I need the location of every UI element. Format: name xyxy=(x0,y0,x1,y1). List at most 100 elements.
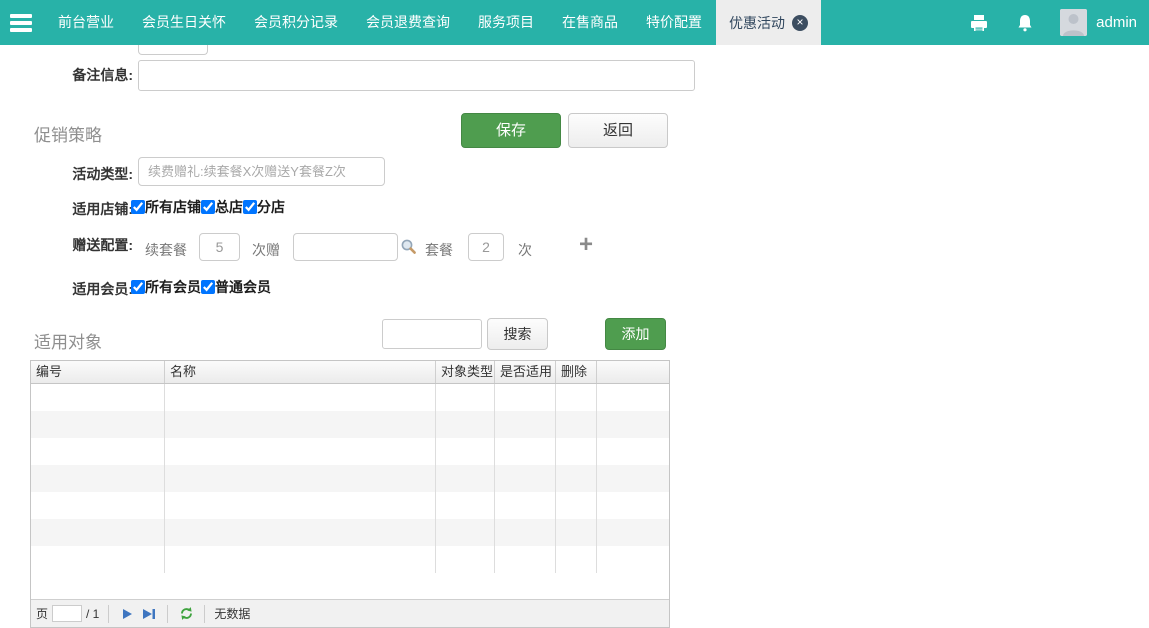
checkbox-all-stores-label: 所有店铺 xyxy=(145,197,201,217)
target-search-input[interactable] xyxy=(382,319,482,349)
checkbox-branch-store[interactable] xyxy=(243,200,257,214)
checkbox-normal-members[interactable] xyxy=(201,280,215,294)
back-button[interactable]: 返回 xyxy=(568,113,668,148)
grid-header-applicable[interactable]: 是否适用 xyxy=(495,361,556,383)
navbar-spacer xyxy=(821,0,956,45)
pager-total-label: / 1 xyxy=(86,607,99,621)
table-cell xyxy=(31,438,165,465)
nav-item-birthday-care[interactable]: 会员生日关怀 xyxy=(128,0,240,45)
table-cell xyxy=(31,492,165,519)
nav-item-front-desk[interactable]: 前台营业 xyxy=(44,0,128,45)
pager-separator xyxy=(204,605,205,623)
gift-package-input[interactable] xyxy=(293,233,398,261)
username-label[interactable]: admin xyxy=(1096,14,1137,31)
table-row[interactable] xyxy=(31,492,669,519)
table-cell xyxy=(31,546,165,573)
stores-checkbox-group: 所有店铺 总店 分店 xyxy=(131,197,285,217)
table-cell xyxy=(597,546,669,573)
gift-config-label: 赠送配置: xyxy=(30,235,133,255)
pager-next-icon[interactable] xyxy=(118,604,136,624)
remark-input[interactable] xyxy=(138,60,695,91)
checkbox-all-stores[interactable] xyxy=(131,200,145,214)
search-magnifier-icon[interactable] xyxy=(400,238,417,255)
table-cell xyxy=(556,546,597,573)
gift-package-times-input[interactable] xyxy=(468,233,504,261)
checkbox-all-members-label: 所有会员 xyxy=(145,277,201,297)
grid-header-delete[interactable]: 删除 xyxy=(556,361,597,383)
table-cell xyxy=(495,519,556,546)
printer-icon[interactable] xyxy=(956,13,1002,33)
grid-header-name[interactable]: 名称 xyxy=(165,361,436,383)
table-cell xyxy=(556,519,597,546)
table-cell xyxy=(165,411,436,438)
checkbox-head-store-label: 总店 xyxy=(215,197,243,217)
pager-last-icon[interactable] xyxy=(140,604,158,624)
table-row[interactable] xyxy=(31,465,669,492)
table-cell xyxy=(495,546,556,573)
activity-type-select[interactable]: 续费赠礼:续套餐X次赠送Y套餐Z次 xyxy=(138,157,385,186)
pager-status-text: 无数据 xyxy=(214,605,250,622)
top-navbar: 前台营业 会员生日关怀 会员积分记录 会员退费查询 服务项目 在售商品 特价配置… xyxy=(0,0,1149,45)
bell-icon[interactable] xyxy=(1002,13,1048,33)
table-cell xyxy=(556,384,597,411)
pager-refresh-icon[interactable] xyxy=(177,604,195,624)
gift-renew-times-input[interactable] xyxy=(199,233,240,261)
checkbox-normal-members-label: 普通会员 xyxy=(215,277,271,297)
table-row[interactable] xyxy=(31,546,669,573)
checkbox-all-members[interactable] xyxy=(131,280,145,294)
checkbox-head-store[interactable] xyxy=(201,200,215,214)
table-cell xyxy=(495,492,556,519)
nav-item-goods-on-sale[interactable]: 在售商品 xyxy=(548,0,632,45)
table-cell xyxy=(556,492,597,519)
nav-item-service-items[interactable]: 服务项目 xyxy=(464,0,548,45)
grid-header-id[interactable]: 编号 xyxy=(31,361,165,383)
table-cell xyxy=(495,438,556,465)
pager-page-input[interactable] xyxy=(52,605,82,622)
gift-package-text: 套餐 xyxy=(425,240,453,260)
grid-empty-area xyxy=(31,573,669,599)
promo-strategy-title: 促销策略 xyxy=(34,121,102,146)
table-cell xyxy=(597,465,669,492)
table-row[interactable] xyxy=(31,438,669,465)
tab-close-icon[interactable] xyxy=(792,15,808,31)
table-cell xyxy=(436,411,495,438)
pager-separator xyxy=(108,605,109,623)
table-cell xyxy=(31,465,165,492)
gift-unit-text: 次 xyxy=(518,240,532,260)
nav-item-refund-query[interactable]: 会员退费查询 xyxy=(352,0,464,45)
grid-header-empty xyxy=(597,361,669,383)
tab-promo-activity[interactable]: 优惠活动 xyxy=(716,0,821,45)
add-button[interactable]: 添加 xyxy=(605,318,666,350)
table-cell xyxy=(31,519,165,546)
table-cell xyxy=(165,465,436,492)
gift-give-text: 次赠 xyxy=(252,240,280,260)
table-cell xyxy=(495,384,556,411)
grid-pager: 页 / 1 无数据 xyxy=(31,599,669,627)
grid-body xyxy=(31,384,669,573)
table-cell xyxy=(436,438,495,465)
clipped-input-above[interactable] xyxy=(138,45,208,55)
navbar-right: admin xyxy=(956,0,1149,45)
table-row[interactable] xyxy=(31,411,669,438)
checkbox-branch-store-label: 分店 xyxy=(257,197,285,217)
table-cell xyxy=(436,492,495,519)
table-cell xyxy=(597,411,669,438)
table-cell xyxy=(556,411,597,438)
grid-header-object-type[interactable]: 对象类型 xyxy=(436,361,495,383)
table-row[interactable] xyxy=(31,519,669,546)
gift-renew-text: 续套餐 xyxy=(145,240,187,260)
table-cell xyxy=(556,465,597,492)
table-row[interactable] xyxy=(31,384,669,411)
save-button[interactable]: 保存 xyxy=(461,113,561,148)
add-gift-row-icon[interactable] xyxy=(579,233,593,257)
table-cell xyxy=(165,384,436,411)
search-button[interactable]: 搜索 xyxy=(487,318,548,350)
nav-item-points-record[interactable]: 会员积分记录 xyxy=(240,0,352,45)
members-label: 适用会员: xyxy=(30,279,133,299)
avatar[interactable] xyxy=(1060,9,1087,36)
table-cell xyxy=(597,519,669,546)
nav-item-special-price[interactable]: 特价配置 xyxy=(632,0,716,45)
pager-page-label: 页 xyxy=(36,605,48,622)
menu-icon[interactable] xyxy=(0,0,44,45)
table-cell xyxy=(495,465,556,492)
